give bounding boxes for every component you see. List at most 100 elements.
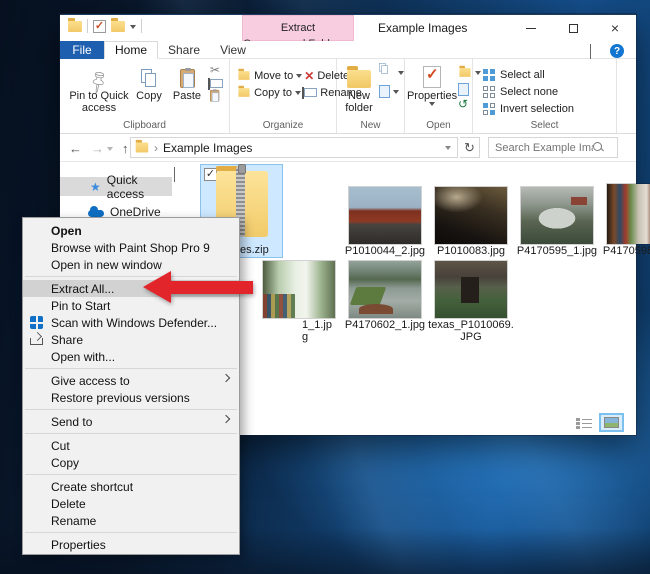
close-button[interactable]: ×: [594, 15, 636, 41]
copy-to-button[interactable]: Copy to: [237, 84, 302, 101]
search-icon[interactable]: [593, 142, 604, 153]
file-thumbnail[interactable]: [349, 261, 421, 318]
group-label-select: Select: [473, 120, 616, 131]
menu-item-browse-with-paint-shop-pro[interactable]: Browse with Paint Shop Pro 9: [23, 239, 239, 256]
paste-shortcut-button[interactable]: [210, 90, 219, 102]
refresh-button[interactable]: ↻: [460, 137, 480, 158]
menu-separator: [25, 409, 237, 410]
edit-button[interactable]: [458, 83, 469, 96]
menu-item-cut[interactable]: Cut: [23, 437, 239, 454]
ribbon-group-new: New folder New: [337, 59, 405, 133]
file-name[interactable]: P1010044_2.jpg: [342, 245, 428, 257]
tab-share[interactable]: Share: [158, 41, 210, 59]
address-bar[interactable]: › Example Images: [130, 137, 458, 158]
menu-item-open[interactable]: Open: [23, 222, 239, 239]
qat-dropdown-icon[interactable]: [130, 25, 136, 32]
file-thumbnail[interactable]: [349, 187, 421, 244]
properties-icon: [423, 66, 441, 88]
chevron-down-icon: [296, 74, 302, 81]
menu-item-delete[interactable]: Delete: [23, 495, 239, 512]
file-thumbnail[interactable]: [607, 184, 650, 244]
ribbon-tab-row: File Home Share View: [60, 41, 636, 59]
menu-item-properties[interactable]: Properties: [23, 536, 239, 553]
menu-item-copy[interactable]: Copy: [23, 454, 239, 471]
file-name[interactable]: texas_P1010069.JPG: [428, 319, 514, 343]
minimize-icon: [526, 28, 536, 29]
rename-icon: [304, 88, 317, 97]
file-name[interactable]: P1010083.jpg: [428, 245, 514, 257]
quick-access-star-icon: ★: [90, 180, 101, 194]
properties-check-icon[interactable]: ✓: [93, 20, 106, 33]
tab-view[interactable]: View: [210, 41, 256, 59]
maximize-button[interactable]: [552, 15, 594, 41]
menu-item-restore-previous-versions[interactable]: Restore previous versions: [23, 389, 239, 406]
delete-icon: ✕: [304, 69, 314, 83]
details-view-button[interactable]: [575, 417, 592, 430]
menu-item-create-shortcut[interactable]: Create shortcut: [23, 478, 239, 495]
search-box[interactable]: [488, 137, 618, 158]
forward-button[interactable]: →: [91, 141, 104, 156]
file-name[interactable]: P4170602_1.jpg: [342, 319, 428, 331]
new-item-button[interactable]: [379, 83, 404, 100]
paste-button[interactable]: Paste: [168, 62, 206, 114]
cut-button[interactable]: ✂: [210, 64, 225, 77]
chevron-down-icon: [393, 90, 399, 97]
menu-item-rename[interactable]: Rename: [23, 512, 239, 529]
large-icons-view-button[interactable]: [599, 413, 624, 432]
file-thumbnail[interactable]: [263, 261, 335, 318]
menu-item-send-to[interactable]: Send to: [23, 413, 239, 430]
file-name[interactable]: P4170598_1.jpg: [600, 245, 650, 257]
up-button[interactable]: ↑: [122, 141, 129, 156]
back-button[interactable]: ←: [69, 141, 82, 156]
address-dropdown-icon[interactable]: [445, 146, 451, 153]
easy-access-button[interactable]: [379, 64, 404, 81]
thumbnail-view-icon: [604, 417, 619, 428]
file-thumbnail[interactable]: [435, 261, 507, 318]
quick-access-toolbar: ✓: [68, 19, 142, 33]
windows-defender-icon: [30, 316, 43, 329]
menu-item-pin-to-start[interactable]: Pin to Start: [23, 297, 239, 314]
search-input[interactable]: [489, 142, 593, 154]
recent-locations-icon[interactable]: [107, 147, 113, 154]
group-label-clipboard: Clipboard: [60, 120, 229, 131]
arrow-head: [143, 271, 171, 303]
select-all-icon: [483, 69, 495, 81]
collapse-ribbon-button[interactable]: [590, 45, 600, 55]
menu-item-scan-with-windows-defender[interactable]: Scan with Windows Defender...: [23, 314, 239, 331]
invert-selection-button[interactable]: Invert selection: [483, 100, 616, 117]
chevron-down-icon: [398, 71, 404, 78]
file-name[interactable]: P4170595_1.jpg: [514, 245, 600, 257]
select-all-button[interactable]: Select all: [483, 66, 616, 83]
new-folder-icon[interactable]: [111, 21, 125, 32]
menu-item-share[interactable]: Share: [23, 331, 239, 348]
file-thumbnail[interactable]: [435, 187, 507, 244]
file-thumbnail[interactable]: [521, 187, 593, 244]
sidebar-item-quick-access[interactable]: ★ Quick access: [60, 177, 172, 196]
submenu-chevron-icon: [222, 374, 230, 382]
menu-item-open-with[interactable]: Open with...: [23, 348, 239, 365]
group-label-open: Open: [405, 120, 472, 131]
new-folder-button[interactable]: New folder: [343, 62, 375, 114]
pin-to-quick-access-button[interactable]: 📌︎ Pin to Quick access: [68, 62, 130, 114]
copy-path-button[interactable]: [210, 79, 223, 88]
help-button[interactable]: ?: [610, 44, 624, 58]
breadcrumb[interactable]: Example Images: [163, 141, 252, 155]
tab-file[interactable]: File: [60, 41, 104, 59]
properties-button[interactable]: Properties: [410, 62, 454, 111]
open-icon: [459, 68, 470, 77]
menu-item-open-in-new-window[interactable]: Open in new window: [23, 256, 239, 273]
share-icon: [30, 333, 43, 345]
minimize-button[interactable]: [510, 15, 552, 41]
move-to-button[interactable]: Move to: [237, 67, 302, 84]
menu-separator: [25, 474, 237, 475]
tab-home[interactable]: Home: [104, 41, 158, 59]
menu-item-give-access-to[interactable]: Give access to: [23, 372, 239, 389]
copy-button[interactable]: Copy: [130, 62, 168, 114]
window-title: Example Images: [378, 21, 467, 35]
folder-icon[interactable]: [68, 21, 82, 32]
file-list: ✓ es.zip P1010044_2.jpg P1010083.jpg P41…: [190, 162, 636, 409]
file-name[interactable]: 1_1.jpg: [263, 319, 335, 343]
arrow-body: [170, 281, 253, 294]
scroll-up-icon[interactable]: [174, 168, 175, 182]
select-none-button[interactable]: Select none: [483, 83, 616, 100]
